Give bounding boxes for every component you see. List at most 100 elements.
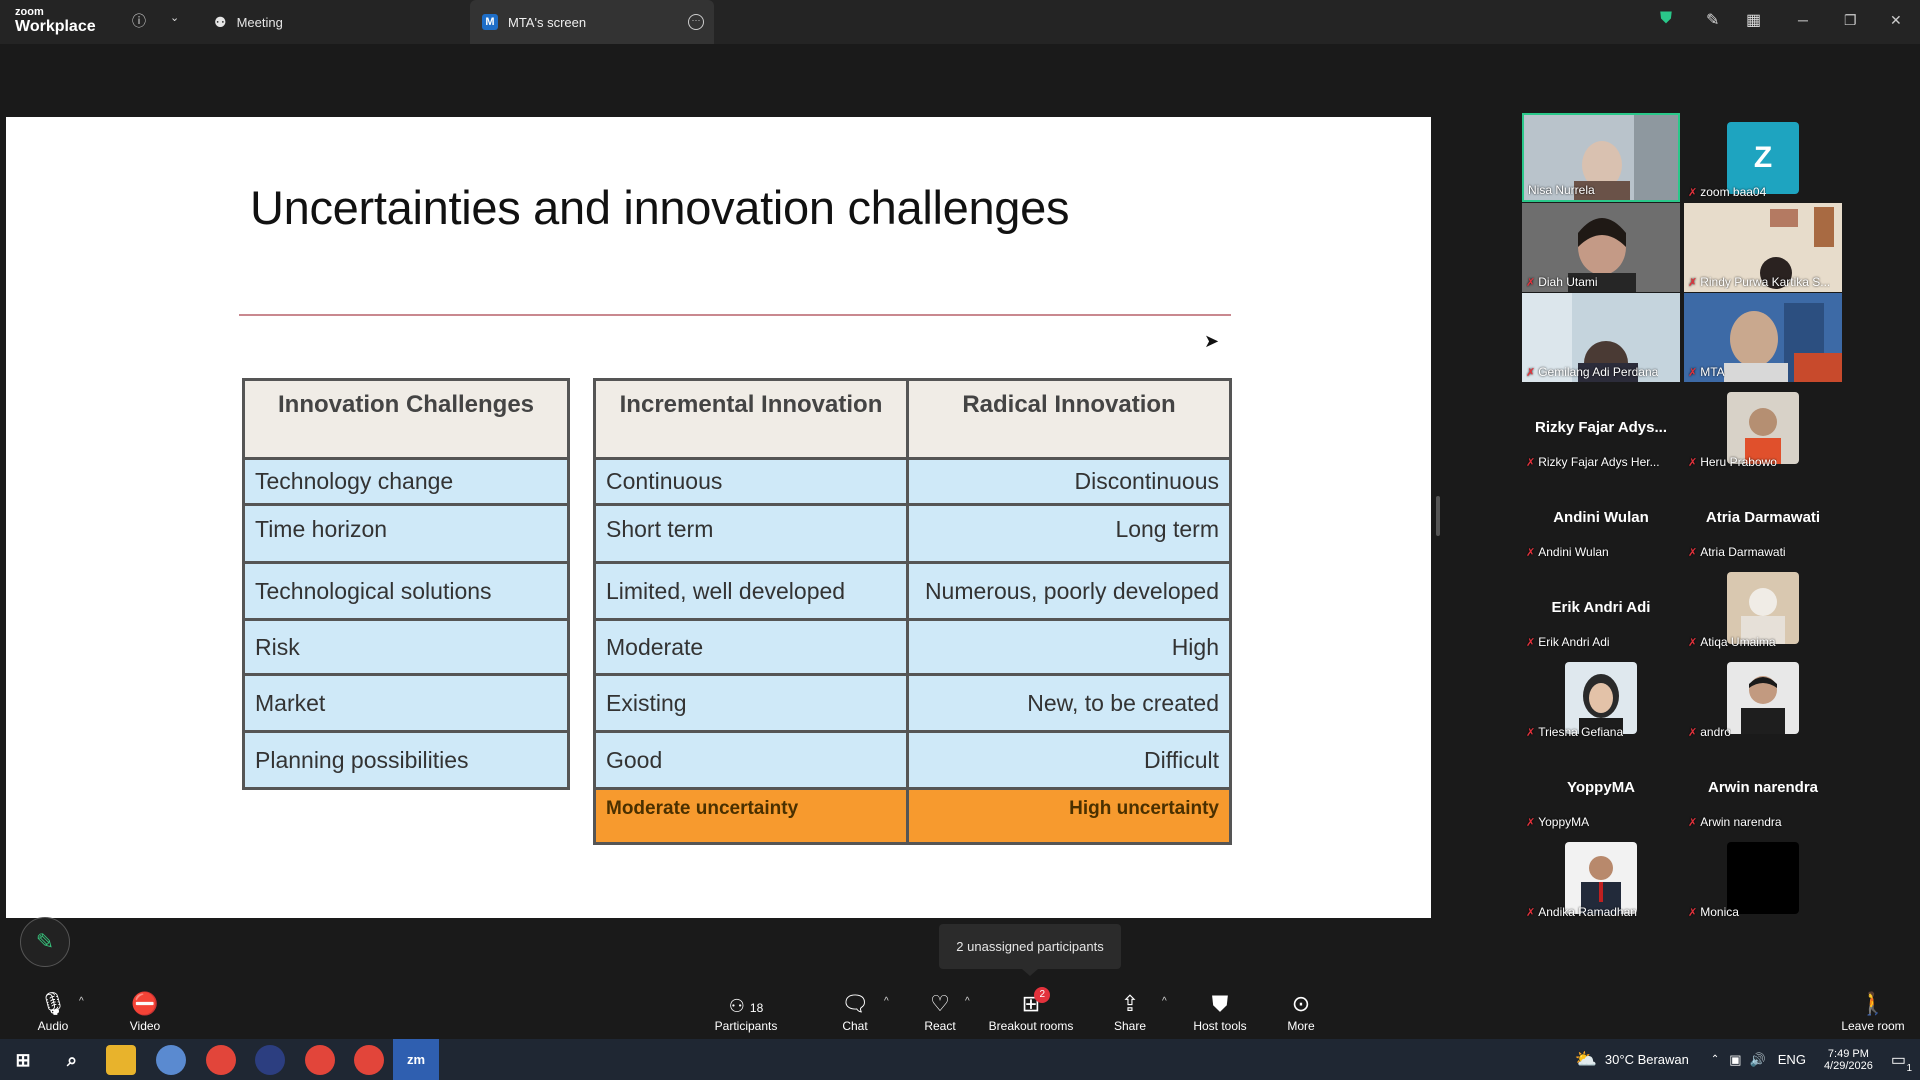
- minimize-icon[interactable]: ─: [1798, 12, 1808, 28]
- network-icon[interactable]: ▣: [1729, 1052, 1741, 1068]
- mic-muted-icon: ✗: [1688, 906, 1698, 919]
- screen-badge-icon: M: [482, 14, 498, 30]
- video-tile[interactable]: ✗ Heru Prabowo: [1684, 383, 1842, 472]
- video-tile[interactable]: ✗ Diah Utami: [1522, 203, 1680, 292]
- share-options-caret-icon[interactable]: ^: [1162, 996, 1167, 1007]
- shield-icon[interactable]: ⛊: [1660, 10, 1672, 28]
- video-tile[interactable]: Z ✗ zoom baa04: [1684, 113, 1842, 202]
- video-tile[interactable]: ✗ Andika Ramadhan: [1522, 833, 1680, 922]
- layout-icon[interactable]: ▦: [1746, 10, 1761, 30]
- audio-options-caret-icon[interactable]: ^: [79, 996, 84, 1007]
- video-tile[interactable]: ✗ Gemilang Adi Perdana: [1522, 293, 1680, 382]
- participants-icon: ⚇ 18: [728, 996, 764, 1016]
- more-label: More: [1287, 1019, 1315, 1033]
- participant-name: ✗ Gemilang Adi Perdana: [1526, 365, 1659, 379]
- participant-name: ✗ andro: [1688, 725, 1731, 739]
- react-button[interactable]: ♡ React: [920, 980, 960, 1039]
- mic-muted-icon: ✗: [1688, 546, 1698, 559]
- participants-button[interactable]: ⚇ 18 Participants: [710, 980, 782, 1039]
- video-tile[interactable]: ✗ Rindy Purwa Kartika S...: [1684, 203, 1842, 292]
- annotate-pencil-button[interactable]: ✎: [20, 917, 70, 967]
- video-tile[interactable]: Arwin narendra ✗ Arwin narendra: [1684, 743, 1842, 832]
- participants-label: Participants: [714, 1019, 778, 1033]
- search-icon[interactable]: ⌕: [57, 1045, 87, 1075]
- video-label: Video: [129, 1019, 161, 1033]
- chevron-up-icon[interactable]: ⌃: [1711, 1054, 1719, 1065]
- mic-muted-icon: 🎙: [39, 991, 67, 1016]
- video-tile[interactable]: Andini Wulan ✗ Andini Wulan: [1522, 473, 1680, 562]
- windows-start-icon[interactable]: ⊞: [8, 1045, 38, 1075]
- tab-meeting[interactable]: ⚉ Meeting: [214, 0, 283, 44]
- notification-icon[interactable]: ▭ 1: [1891, 1050, 1912, 1074]
- avatar: [1565, 842, 1637, 914]
- info-icon[interactable]: ⓘ: [132, 11, 146, 31]
- react-options-caret-icon[interactable]: ^: [965, 996, 970, 1007]
- chrome-icon[interactable]: [354, 1045, 384, 1075]
- chrome-icon[interactable]: [206, 1045, 236, 1075]
- uncertainty-cell: Moderate uncertainty: [593, 787, 909, 845]
- table-cell: Time horizon: [242, 503, 570, 564]
- video-tile[interactable]: ✗ MTA: [1684, 293, 1842, 382]
- time-text: 7:49 PM: [1827, 1047, 1869, 1060]
- more-button[interactable]: ⊙ More: [1281, 980, 1321, 1039]
- video-tile[interactable]: Atria Darmawati ✗ Atria Darmawati: [1684, 473, 1842, 562]
- heart-icon: ♡: [930, 991, 950, 1016]
- weather-icon: ⛅: [1574, 1049, 1597, 1069]
- breakout-rooms-button[interactable]: ⊞ 2 Breakout rooms: [988, 980, 1074, 1039]
- splitter-handle[interactable]: [1436, 496, 1440, 536]
- table-cell: Continuous: [593, 457, 909, 506]
- react-label: React: [924, 1019, 956, 1033]
- participant-display-name: Atria Darmawati: [1705, 509, 1821, 526]
- video-tile[interactable]: ✗ Triesna Gefiana: [1522, 653, 1680, 742]
- restore-icon[interactable]: ❐: [1844, 12, 1857, 29]
- video-tile[interactable]: Rizky Fajar Adys... ✗ Rizky Fajar Adys He…: [1522, 383, 1680, 472]
- video-tile[interactable]: ✗ andro: [1684, 653, 1842, 742]
- video-button[interactable]: ⛔ Video: [125, 980, 165, 1039]
- video-tile[interactable]: Nisa Nurrela: [1522, 113, 1680, 202]
- weather-text[interactable]: 30°C Berawan: [1605, 1052, 1689, 1067]
- host-tools-label: Host tools: [1193, 1019, 1247, 1033]
- table-cell: Long term: [906, 503, 1232, 564]
- mouse-cursor-icon: ➤: [1204, 331, 1220, 351]
- close-icon[interactable]: ✕: [1890, 12, 1902, 29]
- video-tile[interactable]: ✗ Monica: [1684, 833, 1842, 922]
- file-explorer-icon[interactable]: [106, 1045, 136, 1075]
- video-tile[interactable]: Erik Andri Adi ✗ Erik Andri Adi: [1522, 563, 1680, 652]
- clock[interactable]: 7:49 PM 4/29/2026: [1824, 1048, 1873, 1072]
- share-button[interactable]: ⇪ Share: [1110, 980, 1150, 1039]
- more-options-icon[interactable]: ···: [688, 14, 704, 30]
- avatar: [1727, 662, 1799, 734]
- participant-name: ✗ Atiqa Umaima: [1688, 635, 1776, 649]
- participant-name: ✗ Heru Prabowo: [1688, 455, 1777, 469]
- language-indicator[interactable]: ENG: [1778, 1052, 1806, 1067]
- chat-button[interactable]: 🗨 Chat: [835, 980, 875, 1039]
- participant-name: ✗ YoppyMA: [1526, 815, 1590, 829]
- mic-muted-icon: ✗: [1688, 816, 1698, 829]
- mic-muted-icon: ✗: [1526, 726, 1536, 739]
- leave-room-button[interactable]: 🚶 Leave room: [1838, 980, 1908, 1039]
- people-icon: ⚉: [214, 13, 227, 30]
- zoom-taskbar-icon[interactable]: zm: [393, 1039, 439, 1080]
- video-tile[interactable]: ✗ Atiqa Umaima: [1684, 563, 1842, 652]
- app-icon[interactable]: [255, 1045, 285, 1075]
- tab-screen-label: MTA's screen: [508, 14, 587, 30]
- challenges-table: Innovation Challenges Technology change …: [242, 378, 570, 790]
- pencil-icon[interactable]: ✎: [1706, 10, 1719, 30]
- mic-muted-icon: ✗: [1688, 366, 1698, 379]
- participant-name: ✗ Atria Darmawati: [1688, 545, 1786, 559]
- tab-shared-screen[interactable]: M MTA's screen ···: [470, 0, 714, 44]
- audio-button[interactable]: 🎙 Audio: [33, 980, 73, 1039]
- logo-top-text: zoom: [15, 6, 44, 18]
- app-icon[interactable]: [156, 1045, 186, 1075]
- share-label: Share: [1113, 1019, 1147, 1033]
- chat-options-caret-icon[interactable]: ^: [884, 996, 889, 1007]
- participant-display-name: Rizky Fajar Adys...: [1535, 419, 1667, 436]
- mic-muted-icon: ✗: [1526, 816, 1536, 829]
- chevron-down-icon[interactable]: ⌄: [170, 11, 179, 24]
- volume-icon[interactable]: 🔊: [1750, 1052, 1766, 1068]
- video-tile[interactable]: YoppyMA ✗ YoppyMA: [1522, 743, 1680, 832]
- host-tools-button[interactable]: ⛊ Host tools: [1190, 980, 1250, 1039]
- participant-display-name: Andini Wulan: [1553, 509, 1649, 526]
- participant-name: ✗ Andika Ramadhan: [1526, 905, 1637, 919]
- chrome-icon[interactable]: [305, 1045, 335, 1075]
